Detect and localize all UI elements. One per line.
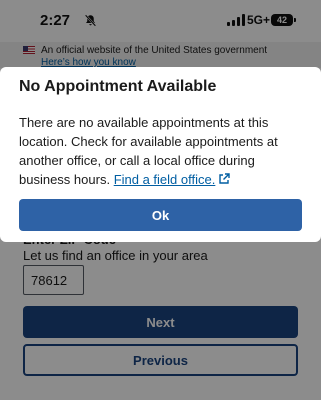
find-field-office-link[interactable]: Find a field office.	[114, 172, 231, 187]
modal-body: There are no available appointments at t…	[19, 113, 309, 189]
ok-button[interactable]: Ok	[19, 199, 302, 231]
external-link-icon	[219, 173, 231, 184]
find-field-office-link-text: Find a field office.	[113, 172, 216, 187]
modal-title: No Appointment Available	[19, 78, 217, 95]
